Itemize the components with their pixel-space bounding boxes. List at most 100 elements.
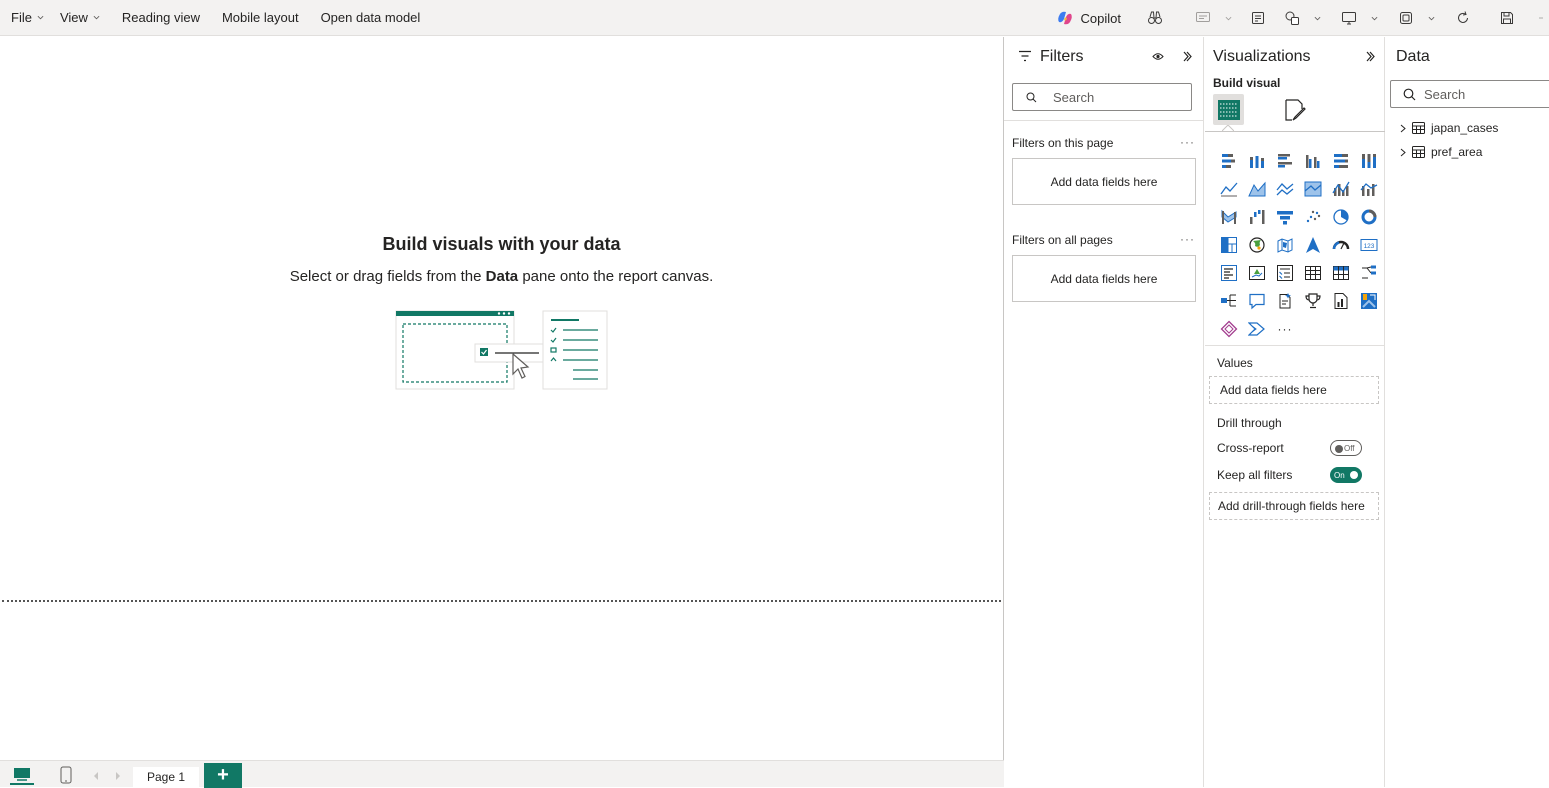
filters-all-pages-more[interactable]: ··· <box>1180 232 1195 246</box>
kpi-icon[interactable] <box>1243 259 1271 287</box>
view-menu[interactable]: View <box>52 0 108 36</box>
paginated-report-icon[interactable] <box>1327 287 1355 315</box>
clustered-bar-chart-icon[interactable] <box>1271 147 1299 175</box>
more-options-button[interactable] <box>1529 0 1549 36</box>
filters-title: Filters <box>1040 48 1084 65</box>
build-visual-label: Build visual <box>1213 76 1281 90</box>
values-dropzone[interactable]: Add data fields here <box>1209 376 1379 404</box>
toggle-knob <box>1335 445 1343 453</box>
format-visual-tab[interactable] <box>1279 94 1310 125</box>
qa-icon[interactable] <box>1243 287 1271 315</box>
stacked-column-chart-icon[interactable] <box>1243 147 1271 175</box>
card-icon[interactable]: 123 <box>1355 231 1383 259</box>
previous-page-button[interactable] <box>90 769 102 783</box>
notes-button[interactable] <box>1238 0 1278 36</box>
power-apps-icon[interactable] <box>1215 315 1243 343</box>
mobile-layout-button[interactable]: Mobile layout <box>208 0 307 36</box>
app-icon <box>1400 12 1412 24</box>
report-canvas[interactable]: Build visuals with your data Select or d… <box>0 37 1003 760</box>
funnel-chart-icon[interactable] <box>1271 203 1299 231</box>
narrative-arrow-icon[interactable] <box>1243 315 1271 343</box>
matrix-icon[interactable] <box>1327 259 1355 287</box>
decomposition-tree-icon[interactable] <box>1355 259 1383 287</box>
more-visuals-button[interactable]: ··· <box>1271 315 1299 343</box>
next-page-button[interactable] <box>112 769 124 783</box>
desktop-view-button[interactable] <box>10 765 34 785</box>
copilot-button[interactable]: Copilot <box>1049 0 1135 36</box>
line-chart-icon[interactable] <box>1215 175 1243 203</box>
gallery-divider <box>1205 345 1385 346</box>
chevron-down-icon <box>1314 16 1321 20</box>
refresh-button[interactable] <box>1441 0 1485 36</box>
filters-on-page-dropzone[interactable]: Add data fields here <box>1012 158 1196 205</box>
scatter-chart-icon[interactable] <box>1299 203 1327 231</box>
stacked-area-chart-icon[interactable] <box>1271 175 1299 203</box>
filled-map-icon[interactable] <box>1271 231 1299 259</box>
comment-button[interactable] <box>1175 0 1238 36</box>
present-button[interactable] <box>1327 0 1384 36</box>
power-automate-icon[interactable] <box>1355 287 1383 315</box>
table-item-japan-cases[interactable]: japan_cases <box>1400 121 1498 135</box>
binoculars-button[interactable] <box>1135 0 1175 36</box>
visual-types-gallery: 123 ··· <box>1215 147 1383 343</box>
mobile-view-button[interactable] <box>56 765 76 785</box>
line-and-stacked-column-chart-icon[interactable] <box>1327 175 1355 203</box>
smart-narrative-icon[interactable] <box>1271 287 1299 315</box>
donut-chart-icon[interactable] <box>1355 203 1383 231</box>
empty-sub-bold: Data <box>485 268 519 285</box>
collapse-icon[interactable] <box>1366 51 1375 62</box>
line-and-clustered-column-chart-icon[interactable] <box>1355 175 1383 203</box>
table-icon[interactable] <box>1299 259 1327 287</box>
100-stacked-area-chart-icon[interactable] <box>1299 175 1327 203</box>
file-menu[interactable]: File <box>3 0 52 36</box>
cross-report-toggle[interactable]: Off <box>1330 440 1362 456</box>
multi-row-card-icon[interactable] <box>1215 259 1243 287</box>
build-visual-illustration <box>395 310 608 390</box>
filter-icon <box>1019 50 1031 62</box>
add-page-button[interactable]: + <box>204 763 242 788</box>
key-influencers-icon[interactable] <box>1215 287 1243 315</box>
chevron-down-icon <box>1225 16 1232 20</box>
area-chart-icon[interactable] <box>1243 175 1271 203</box>
collapse-icon[interactable] <box>1183 51 1192 62</box>
build-visual-tab[interactable] <box>1213 94 1244 125</box>
reading-view-button[interactable]: Reading view <box>108 0 208 36</box>
table-icon <box>1412 146 1425 158</box>
gauge-icon[interactable] <box>1327 231 1355 259</box>
treemap-icon[interactable] <box>1215 231 1243 259</box>
cross-report-label: Cross-report <box>1217 441 1284 455</box>
waterfall-chart-icon[interactable] <box>1243 203 1271 231</box>
100-stacked-column-chart-icon[interactable] <box>1355 147 1383 175</box>
page-tab-1[interactable]: Page 1 <box>133 767 200 788</box>
keep-all-filters-toggle[interactable]: On <box>1330 467 1362 483</box>
table-item-pref-area[interactable]: pref_area <box>1400 145 1482 159</box>
visualizations-pane: Visualizations Build visual 123 ··· Valu… <box>1205 37 1385 787</box>
mobile-layout-label: Mobile layout <box>221 10 299 25</box>
clustered-column-chart-icon[interactable] <box>1299 147 1327 175</box>
open-data-model-button[interactable]: Open data model <box>307 0 429 36</box>
100-stacked-bar-chart-icon[interactable] <box>1327 147 1355 175</box>
save-icon <box>1501 12 1513 24</box>
goals-icon[interactable] <box>1299 287 1327 315</box>
azure-map-icon[interactable] <box>1299 231 1327 259</box>
data-search-placeholder: Search <box>1424 86 1466 102</box>
copilot-icon <box>1057 11 1072 25</box>
pie-chart-icon[interactable] <box>1327 203 1355 231</box>
stacked-bar-chart-icon[interactable] <box>1215 147 1243 175</box>
map-icon[interactable] <box>1243 231 1271 259</box>
app-button[interactable] <box>1384 0 1441 36</box>
chevron-right-icon <box>1400 124 1406 132</box>
filters-on-page-more[interactable]: ··· <box>1180 135 1195 149</box>
chevron-left-icon <box>94 772 98 780</box>
filters-all-pages-dropzone[interactable]: Add data fields here <box>1012 255 1196 302</box>
drill-through-dropzone[interactable]: Add drill-through fields here <box>1209 492 1379 520</box>
filters-search-input[interactable]: Search <box>1012 83 1192 111</box>
chevron-down-icon <box>1428 16 1435 20</box>
slicer-icon[interactable] <box>1271 259 1299 287</box>
ribbon-chart-icon[interactable] <box>1215 203 1243 231</box>
data-search-input[interactable]: Search <box>1390 80 1549 108</box>
chevron-down-icon <box>37 15 44 20</box>
shapes-button[interactable] <box>1278 0 1327 36</box>
eye-icon[interactable] <box>1152 52 1164 61</box>
save-button[interactable] <box>1485 0 1529 36</box>
